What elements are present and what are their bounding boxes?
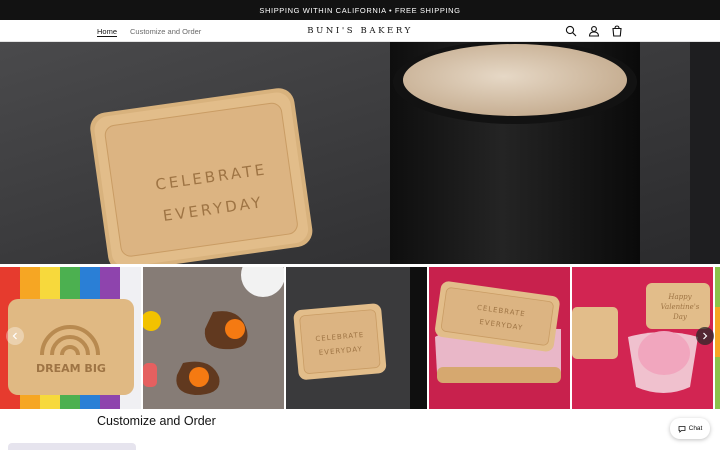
carousel-next-button[interactable] (696, 327, 714, 345)
cart-icon[interactable] (610, 24, 624, 38)
chat-bubble-icon (678, 425, 686, 433)
nav-home-link[interactable]: Home (97, 27, 117, 36)
site-header: Home Customize and Order BUNI'S BAKERY (0, 20, 720, 42)
announcement-text: SHIPPING WITHIN CALIFORNIA • FREE SHIPPI… (259, 5, 461, 15)
chat-button[interactable]: Chat (670, 418, 710, 439)
header-icons (564, 20, 624, 42)
product-carousel: DREAM BIG CELEBRATE EVERYDAY CELEBRATE E… (0, 267, 720, 409)
hero-banner[interactable]: CELEBRATE EVERYDAY (0, 42, 720, 264)
announcement-bar: SHIPPING WITHIN CALIFORNIA • FREE SHIPPI… (0, 0, 720, 20)
section-title: Customize and Order (97, 414, 216, 428)
slide-stamp-text: DREAM BIG (36, 362, 106, 375)
carousel-slide-peek[interactable] (715, 267, 720, 409)
chevron-right-icon (703, 332, 708, 340)
nav-customize-link[interactable]: Customize and Order (130, 27, 201, 36)
hero-image: CELEBRATE EVERYDAY (0, 42, 720, 264)
carousel-slide-ice-cream-sandwich[interactable]: CELEBRATE EVERYDAY (429, 267, 570, 409)
chat-label: Chat (688, 425, 703, 432)
chevron-left-icon (12, 332, 17, 340)
carousel-slide-celebrate-slate[interactable]: CELEBRATE EVERYDAY (286, 267, 427, 409)
account-icon[interactable] (587, 24, 601, 38)
slide-stamp-line1: Happy (667, 293, 692, 301)
carousel-slide-ingredients[interactable] (143, 267, 284, 409)
main-nav: Home Customize and Order (97, 20, 201, 42)
search-icon[interactable] (564, 24, 578, 38)
slide-stamp-line3: Day (672, 313, 688, 321)
product-card-peek[interactable] (8, 443, 136, 450)
carousel-slide-valentine[interactable]: Happy Valentine's Day (572, 267, 713, 409)
slide-stamp-line2: Valentine's (661, 303, 700, 311)
carousel-prev-button[interactable] (6, 327, 24, 345)
